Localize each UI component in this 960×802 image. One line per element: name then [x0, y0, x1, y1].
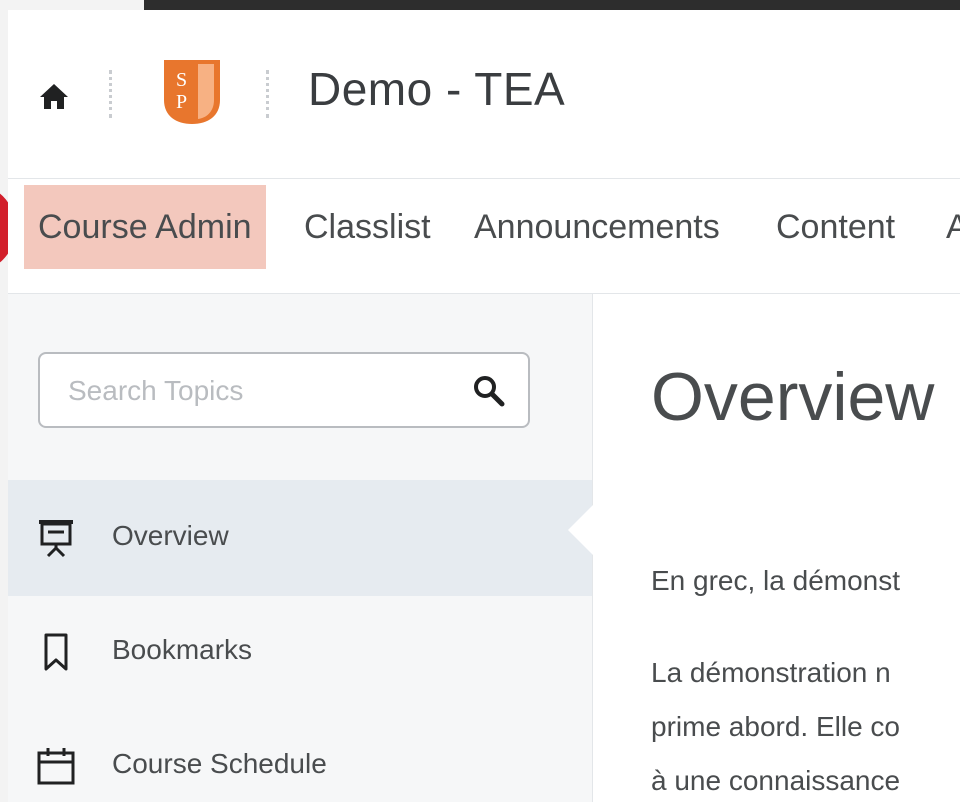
- nav-next-item[interactable]: A: [946, 185, 960, 269]
- topic-bookmarks[interactable]: Bookmarks: [8, 594, 592, 710]
- topic-label: Bookmarks: [112, 634, 253, 665]
- logo-letter-p: P: [176, 91, 187, 113]
- topic-label: Overview: [112, 520, 229, 551]
- topic-overview[interactable]: Overview: [8, 480, 592, 596]
- nav-classlist[interactable]: Classlist: [304, 185, 431, 269]
- calendar-icon: [37, 748, 75, 785]
- institution-logo[interactable]: S P: [158, 56, 226, 126]
- app-frame: S P Demo - TEA Course Admin Classlist An…: [8, 10, 960, 802]
- search-box: [38, 352, 530, 428]
- header-separator: [109, 70, 112, 118]
- search-icon[interactable]: [472, 374, 506, 408]
- search-topics-input[interactable]: [66, 354, 470, 428]
- window-top-bar: [144, 0, 960, 10]
- header-separator: [266, 70, 269, 118]
- course-navbar: Course Admin Classlist Announcements Con…: [8, 179, 960, 294]
- page-title: Overview: [651, 359, 935, 435]
- presentation-board-icon: [39, 520, 73, 558]
- topic-course-schedule[interactable]: Course Schedule: [8, 708, 592, 802]
- topic-label: Course Schedule: [112, 748, 327, 779]
- content-paragraph: La démonstration n: [651, 657, 891, 688]
- home-icon[interactable]: [36, 78, 72, 114]
- nav-course-admin[interactable]: Course Admin: [24, 185, 266, 269]
- logo-letter-s: S: [176, 69, 187, 91]
- active-topic-pointer: [568, 504, 594, 556]
- nav-announcements[interactable]: Announcements: [474, 185, 720, 269]
- nav-content[interactable]: Content: [776, 185, 895, 269]
- content-paragraph: prime abord. Elle co: [651, 711, 901, 742]
- topics-sidebar: Overview Bookmarks Course Schedule: [8, 294, 594, 802]
- main-content: Overview En grec, la démonst La démonstr…: [593, 294, 960, 802]
- course-header: S P Demo - TEA: [8, 10, 960, 179]
- content-paragraph: En grec, la démonst: [651, 565, 901, 596]
- bookmark-icon: [44, 633, 68, 671]
- course-title[interactable]: Demo - TEA: [308, 62, 565, 116]
- content-paragraph: à une connaissance: [651, 765, 901, 796]
